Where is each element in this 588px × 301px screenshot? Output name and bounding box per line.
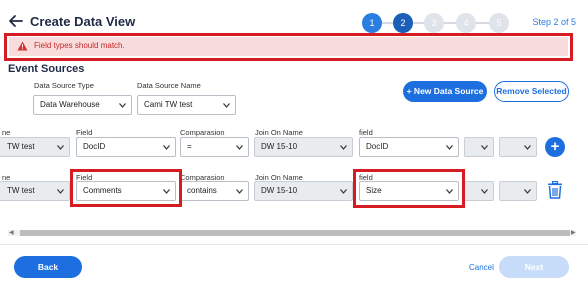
row2-comparison-value: contains (187, 186, 217, 195)
chevron-down-icon (223, 103, 230, 108)
row1-comparison-label: Comparasion (180, 128, 225, 137)
step-4: 4 (456, 13, 476, 33)
row1-field-value: DocID (83, 142, 106, 151)
delete-row-trash-icon[interactable] (547, 181, 563, 199)
chevron-down-icon (236, 189, 243, 194)
stepper: 1 2 3 4 5 (362, 12, 512, 34)
row1-name-value: TW test (7, 142, 35, 151)
row2-extra-select-b[interactable] (499, 181, 537, 201)
row2-join-value: DW 15-10 (261, 186, 298, 195)
field2-highlight-box (353, 169, 465, 208)
step-5: 5 (489, 13, 509, 33)
remove-selected-button[interactable]: Remove Selected (494, 81, 569, 102)
step-1: 1 (362, 13, 382, 33)
row1-extra-select-b[interactable] (499, 137, 537, 157)
row1-join-value: DW 15-10 (261, 142, 298, 151)
row2-name-select[interactable]: TW test (0, 181, 70, 201)
row1-name-label: ne (2, 128, 11, 137)
data-source-type-label: Data Source Type (34, 81, 94, 90)
row1-extra-select-a[interactable] (464, 137, 494, 157)
horizontal-scrollbar-thumb[interactable] (20, 230, 570, 236)
step-2: 2 (393, 13, 413, 33)
row2-name-value: TW test (7, 186, 35, 195)
row1-field2-value: DocID (366, 142, 389, 151)
row1-field2-select[interactable]: DocID (359, 137, 459, 157)
next-button[interactable]: Next (499, 256, 569, 278)
section-title: Event Sources (8, 63, 85, 75)
data-source-type-select[interactable]: Data Warehouse (33, 95, 132, 115)
chevron-down-icon (340, 189, 347, 194)
row1-field-label: Field (76, 128, 93, 137)
chevron-down-icon (340, 145, 347, 150)
cancel-link[interactable]: Cancel (469, 263, 494, 272)
row1-comparison-value: = (187, 142, 192, 151)
chevron-down-icon (119, 103, 126, 108)
scroll-left-arrow-icon[interactable]: ◀ (9, 229, 14, 236)
chevron-down-icon (57, 189, 64, 194)
row2-extra-select-a[interactable] (464, 181, 494, 201)
chevron-down-icon (236, 145, 243, 150)
step-3: 3 (424, 13, 444, 33)
chevron-down-icon (57, 145, 64, 150)
field-highlight-box (70, 169, 182, 207)
add-row-plus-icon[interactable]: + (545, 137, 565, 157)
row1-comparison-select[interactable]: = (180, 137, 249, 157)
footer-divider (0, 244, 588, 245)
row2-comparison-select[interactable]: contains (180, 181, 249, 201)
chevron-down-icon (481, 189, 488, 194)
row1-join-select[interactable]: DW 15-10 (254, 137, 353, 157)
error-highlight-box (4, 33, 573, 61)
new-data-source-button[interactable]: + New Data Source (403, 81, 487, 102)
chevron-down-icon (524, 189, 531, 194)
chevron-down-icon (524, 145, 531, 150)
row1-join-label: Join On Name (255, 128, 303, 137)
row1-field2-label: field (359, 128, 373, 137)
back-button[interactable]: Back (14, 256, 82, 278)
scroll-right-arrow-icon[interactable]: ▶ (571, 229, 576, 236)
row2-join-select[interactable]: DW 15-10 (254, 181, 353, 201)
back-arrow-icon[interactable] (8, 13, 24, 29)
create-data-view-page: Create Data View 1 2 3 4 5 Step 2 of 5 F… (0, 0, 588, 301)
row1-name-select[interactable]: TW test (0, 137, 70, 157)
data-source-name-select[interactable]: Cami TW test (137, 95, 236, 115)
data-source-name-value: Cami TW test (144, 100, 193, 109)
data-source-type-value: Data Warehouse (40, 100, 100, 109)
data-source-name-label: Data Source Name (137, 81, 201, 90)
step-indicator-label: Step 2 of 5 (532, 17, 576, 27)
chevron-down-icon (481, 145, 488, 150)
chevron-down-icon (163, 145, 170, 150)
page-title: Create Data View (30, 14, 136, 29)
row1-field-select[interactable]: DocID (76, 137, 176, 157)
chevron-down-icon (446, 145, 453, 150)
